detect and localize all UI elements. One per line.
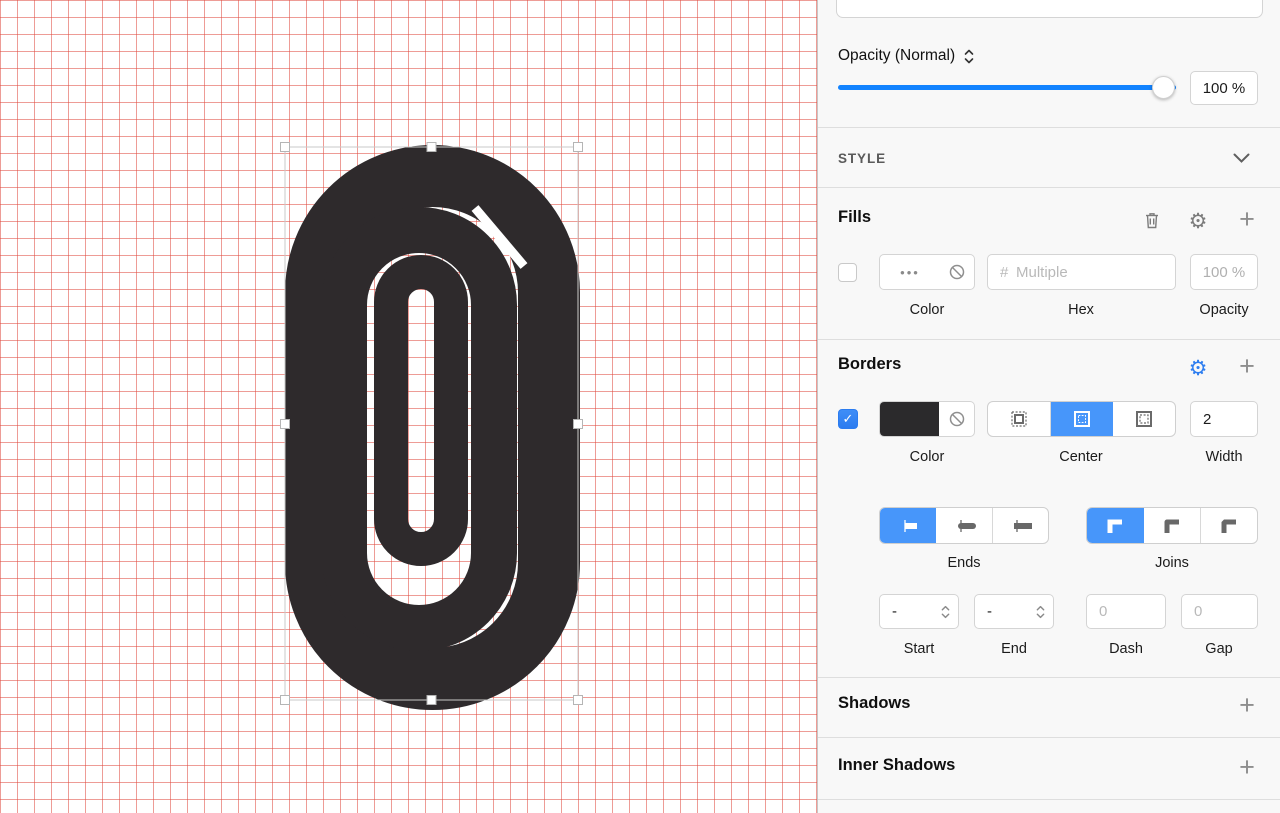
selection-handle[interactable] [573, 695, 583, 705]
arrow-end-select[interactable]: - [974, 594, 1054, 629]
gap-field[interactable] [1181, 594, 1258, 629]
dash-field[interactable] [1086, 594, 1166, 629]
selection-handle[interactable] [280, 695, 290, 705]
gap-input[interactable] [1182, 595, 1257, 628]
hex-prefix: # [1000, 263, 1009, 281]
line-joins-control [1086, 507, 1258, 544]
ends-label: Ends [947, 555, 981, 571]
join-miter-button[interactable] [1087, 508, 1144, 543]
arrow-start-value: - [892, 603, 897, 620]
border-position-label: Center [1059, 449, 1103, 465]
opacity-label: Opacity (Normal) [838, 47, 956, 64]
selection-handle[interactable] [573, 419, 583, 429]
fills-title: Fills [838, 208, 872, 226]
style-section-header: STYLE [838, 151, 887, 166]
fill-color-label: Color [909, 302, 945, 318]
start-label: Start [903, 641, 935, 657]
joins-label: Joins [1155, 555, 1189, 571]
divider [818, 677, 1280, 678]
border-width-label: Width [1205, 449, 1243, 465]
border-position-control [987, 401, 1176, 437]
border-enabled-checkbox[interactable]: ✓ [838, 409, 858, 429]
gear-icon[interactable]: ⚙ [1186, 209, 1210, 233]
arrow-start-select[interactable]: - [879, 594, 959, 629]
name-input[interactable] [836, 0, 1263, 18]
stepper-icon[interactable] [1036, 605, 1045, 619]
add-shadow-button[interactable]: + [1234, 691, 1260, 718]
gap-label: Gap [1205, 641, 1233, 657]
fill-color-well[interactable]: ••• [879, 254, 975, 290]
dash-label: Dash [1109, 641, 1143, 657]
chevron-down-icon[interactable] [1233, 153, 1250, 164]
trash-icon[interactable] [1143, 211, 1161, 230]
border-color-well[interactable] [879, 401, 975, 437]
fill-enabled-checkbox[interactable] [838, 263, 857, 282]
divider [818, 339, 1280, 340]
opacity-stepper-icon[interactable] [964, 49, 974, 64]
opacity-slider-thumb[interactable] [1152, 76, 1175, 99]
border-color-label: Color [909, 449, 945, 465]
selection-handle[interactable] [426, 695, 437, 705]
selection-handle[interactable] [280, 419, 290, 429]
dash-input[interactable] [1087, 595, 1165, 628]
fill-opacity-label: Opacity [1199, 302, 1249, 318]
divider [818, 127, 1280, 128]
join-bevel-button[interactable] [1201, 508, 1257, 543]
arrow-end-value: - [987, 603, 992, 620]
selection-handle[interactable] [426, 142, 437, 152]
canvas[interactable] [0, 0, 817, 813]
end-cap-square-button[interactable] [993, 508, 1048, 543]
fill-hex-input[interactable] [988, 255, 1175, 289]
checkmark-icon: ✓ [842, 411, 854, 426]
add-border-button[interactable]: + [1234, 352, 1260, 379]
divider [818, 799, 1280, 800]
gear-icon-blue[interactable]: ⚙ [1186, 356, 1210, 380]
border-position-inside-button[interactable] [988, 402, 1051, 436]
no-color-icon[interactable] [948, 263, 966, 281]
opacity-value-field[interactable]: 100 % [1190, 71, 1258, 105]
fill-opacity-field[interactable]: 100 % [1190, 254, 1258, 290]
canvas-artwork [280, 142, 583, 710]
multiple-colors-dots: ••• [900, 264, 920, 280]
border-width-field[interactable] [1190, 401, 1258, 437]
selection-handle[interactable] [280, 142, 290, 152]
end-cap-round-button[interactable] [936, 508, 993, 543]
sketch-window: Opacity (Normal) 100 % STYLE Fills ⚙ + •… [0, 0, 1280, 813]
opacity-slider[interactable] [838, 85, 1176, 90]
selection-handle[interactable] [573, 142, 583, 152]
fill-hex-label: Hex [1068, 302, 1094, 318]
divider [818, 187, 1280, 188]
end-cap-butt-button[interactable] [880, 508, 937, 543]
line-ends-control [879, 507, 1049, 544]
fill-hex-field[interactable]: # [987, 254, 1176, 290]
border-position-center-button[interactable] [1050, 402, 1114, 436]
divider [818, 737, 1280, 738]
border-color-swatch[interactable] [880, 402, 939, 436]
border-width-input[interactable] [1191, 402, 1257, 436]
borders-title: Borders [838, 355, 902, 373]
no-color-icon[interactable] [948, 410, 966, 428]
border-position-outside-button[interactable] [1113, 402, 1175, 436]
join-round-button[interactable] [1144, 508, 1201, 543]
add-inner-shadow-button[interactable]: + [1234, 753, 1260, 780]
inspector-panel: Opacity (Normal) 100 % STYLE Fills ⚙ + •… [817, 0, 1280, 813]
stepper-icon[interactable] [941, 605, 950, 619]
inner-shadows-title: Inner Shadows [838, 756, 956, 774]
shadows-title: Shadows [838, 694, 911, 712]
end-label: End [1001, 641, 1027, 657]
add-fill-button[interactable]: + [1234, 205, 1260, 232]
